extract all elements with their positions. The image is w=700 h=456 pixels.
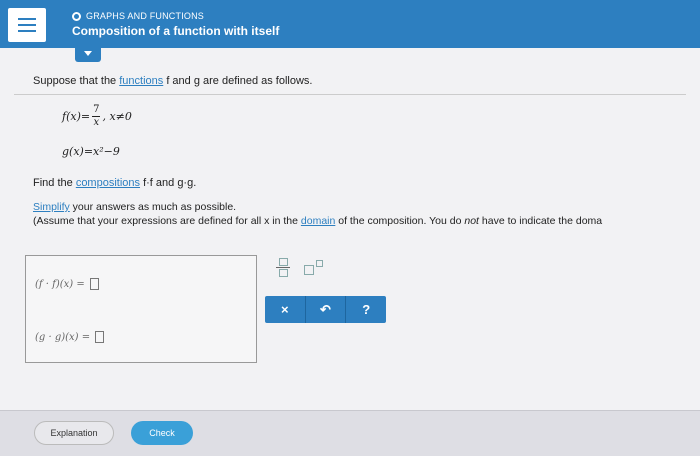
math-palette — [276, 258, 326, 277]
help-button[interactable]: ? — [346, 296, 386, 323]
f-definition: f(x)= 7 x , x≠0 — [62, 104, 132, 128]
explanation-button[interactable]: Explanation — [34, 421, 114, 445]
gg-answer-input[interactable] — [95, 331, 105, 343]
assume-instruction: (Assume that your expressions are define… — [33, 215, 603, 227]
exponent-icon[interactable] — [304, 259, 326, 277]
progress-circle-icon — [72, 11, 81, 21]
undo-button[interactable]: ↶ — [306, 296, 347, 323]
check-button[interactable]: Check — [131, 421, 193, 445]
page-title: Composition of a function with itself — [72, 24, 280, 38]
divider — [14, 94, 686, 95]
section-label: GRAPHS AND FUNCTIONS — [72, 11, 204, 21]
footer-bar: Explanation Check — [0, 410, 700, 456]
answer-box: (f · f)(x) = (g · g)(x) = — [25, 255, 257, 363]
gg-label: (g · g)(x) = — [35, 331, 91, 343]
compositions-link[interactable]: compositions — [76, 177, 140, 189]
ff-label: (f · f)(x) = — [35, 278, 85, 290]
answer-row-ff: (f · f)(x) = — [35, 278, 99, 290]
simplify-link[interactable]: Simplify — [33, 201, 70, 213]
f-fraction: 7 x — [92, 104, 101, 128]
top-bar: GRAPHS AND FUNCTIONS Composition of a fu… — [0, 0, 700, 48]
ff-answer-input[interactable] — [89, 278, 99, 290]
menu-icon[interactable] — [8, 8, 46, 42]
problem-intro: Suppose that the functions f and g are d… — [33, 75, 313, 87]
domain-link[interactable]: domain — [301, 215, 335, 227]
find-instruction: Find the compositions f·f and g·g. — [33, 177, 197, 189]
clear-button[interactable]: × — [265, 296, 306, 323]
section-name: GRAPHS AND FUNCTIONS — [86, 11, 205, 21]
fraction-icon[interactable] — [276, 258, 290, 277]
simplify-instruction: Simplify your answers as much as possibl… — [33, 201, 237, 213]
answer-row-gg: (g · g)(x) = — [35, 331, 105, 343]
answer-toolbar: × ↶ ? — [265, 296, 386, 323]
functions-link[interactable]: functions — [119, 75, 163, 87]
g-definition: g(x)=x²−9 — [62, 145, 120, 158]
